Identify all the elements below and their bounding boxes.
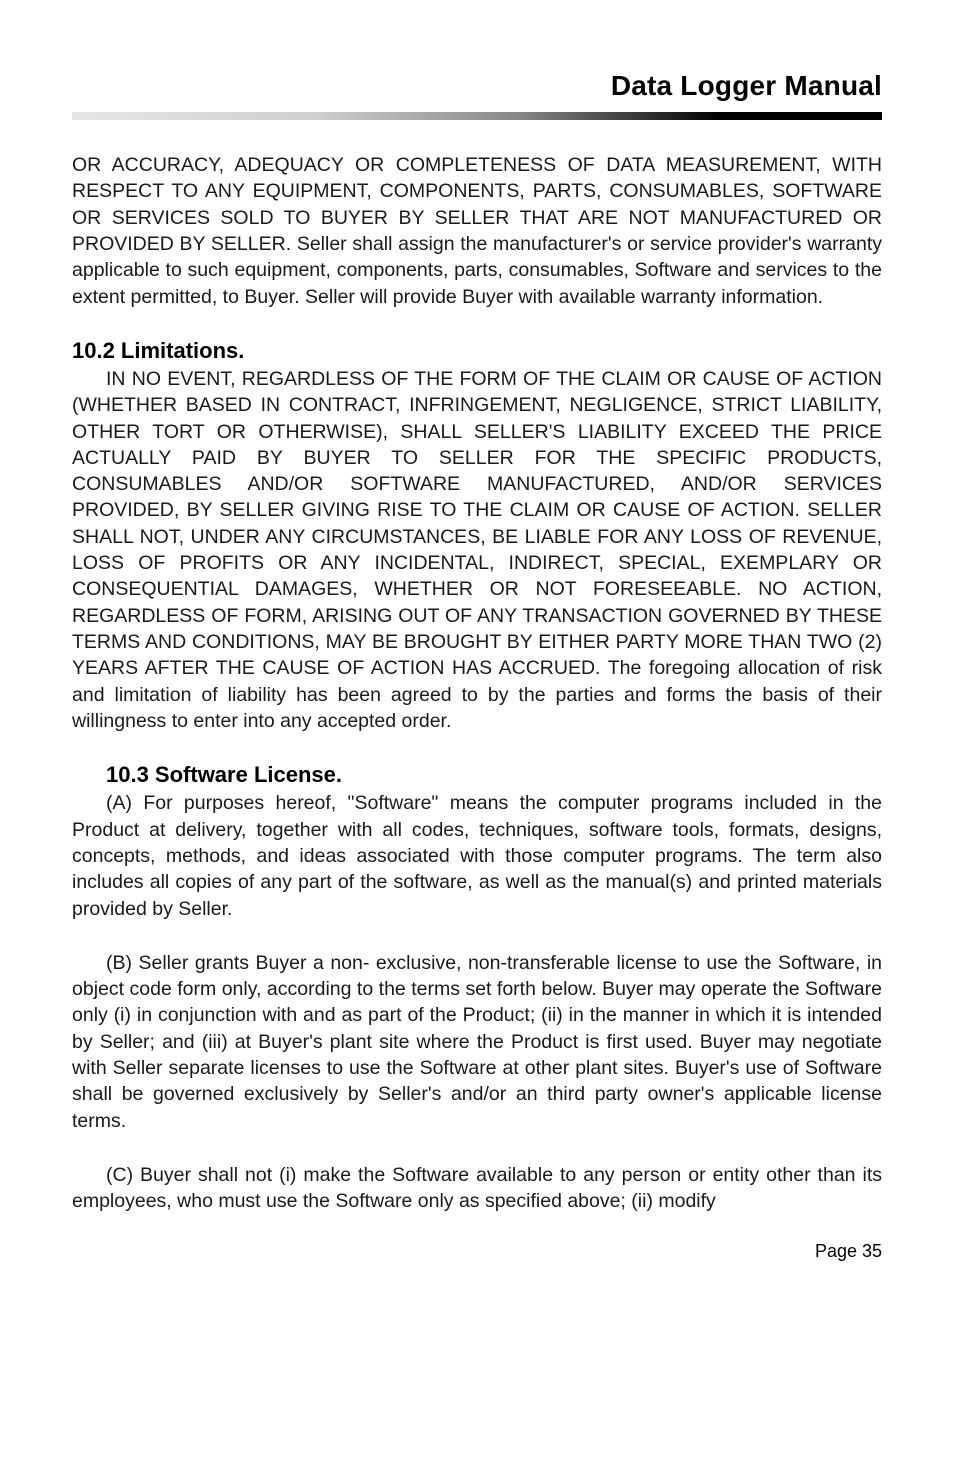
page-container: Data Logger Manual OR ACCURACY, ADEQUACY… <box>0 0 954 1302</box>
document-header-title: Data Logger Manual <box>72 70 882 102</box>
page-number: Page 35 <box>72 1241 882 1262</box>
paragraph-software-c: (C) Buyer shall not (i) make the Softwar… <box>72 1162 882 1215</box>
section-heading-10-2: 10.2 Limitations. <box>72 338 882 364</box>
paragraph-software-b: (B) Seller grants Buyer a non- exclusive… <box>72 950 882 1134</box>
section-heading-10-3: 10.3 Software License. <box>72 762 882 788</box>
header-gradient-rule <box>72 112 882 120</box>
paragraph-software-a: (A) For purposes hereof, "Software" mean… <box>72 790 882 922</box>
paragraph-limitations: IN NO EVENT, REGARDLESS OF THE FORM OF T… <box>72 366 882 734</box>
paragraph-continuation-warranty: OR ACCURACY, ADEQUACY OR COMPLETENESS OF… <box>72 152 882 310</box>
